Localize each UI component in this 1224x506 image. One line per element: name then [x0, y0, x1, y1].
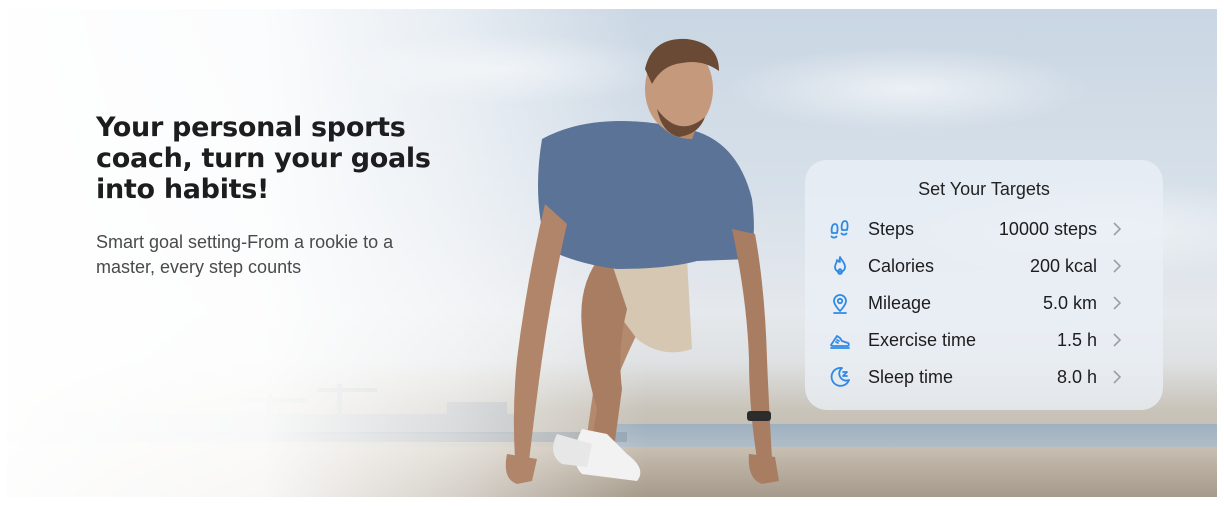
target-row-sleep-time[interactable]: Sleep time 8.0 h	[827, 362, 1127, 392]
target-label: Calories	[868, 255, 935, 276]
flame-icon	[827, 253, 853, 279]
running-shoe-icon	[827, 327, 853, 353]
chevron-right-icon	[1107, 369, 1127, 385]
moon-sleep-icon	[827, 364, 853, 390]
location-pin-icon	[827, 290, 853, 316]
target-label: Exercise time	[868, 329, 977, 350]
runner-photo	[505, 38, 779, 484]
target-row-mileage[interactable]: Mileage 5.0 km	[827, 288, 1127, 318]
target-value: 5.0 km	[1042, 292, 1097, 313]
target-row-exercise-time[interactable]: Exercise time 1.5 h	[827, 325, 1127, 355]
target-row-calories[interactable]: Calories 200 kcal	[827, 251, 1127, 281]
target-label: Mileage	[868, 292, 932, 313]
target-value: 10000 steps	[998, 218, 1097, 239]
target-row-steps[interactable]: Steps 10000 steps	[827, 214, 1127, 244]
chevron-right-icon	[1107, 221, 1127, 237]
hero-headline: Your personal sports coach, turn your go…	[96, 112, 431, 205]
hero-subline: Smart goal setting-From a rookie to a ma…	[96, 232, 394, 277]
chevron-right-icon	[1107, 332, 1127, 348]
targets-card: Set Your Targets Steps 10000 steps Calor…	[805, 160, 1163, 410]
chevron-right-icon	[1107, 258, 1127, 274]
target-value: 8.0 h	[1056, 366, 1097, 387]
footprints-icon	[827, 216, 853, 242]
chevron-right-icon	[1107, 295, 1127, 311]
hero-banner: Your personal sports coach, turn your go…	[7, 9, 1217, 497]
target-label: Steps	[868, 218, 915, 239]
targets-card-title: Set Your Targets	[918, 179, 1050, 199]
target-value: 200 kcal	[1029, 255, 1097, 276]
target-label: Sleep time	[868, 366, 954, 387]
target-value: 1.5 h	[1056, 329, 1097, 350]
